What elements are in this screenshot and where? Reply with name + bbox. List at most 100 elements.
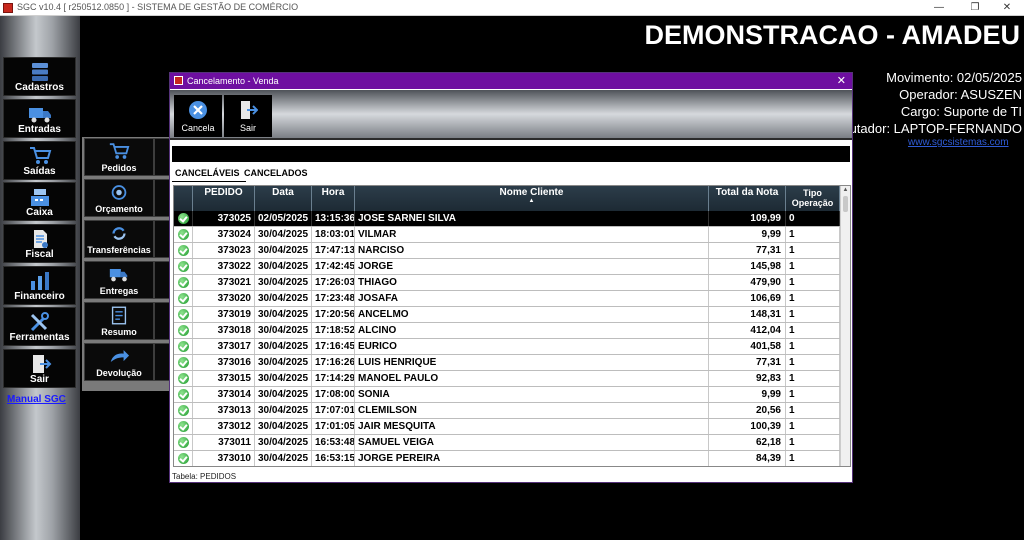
app-icon [3, 3, 13, 13]
cell-hora: 18:03:01 [312, 227, 355, 242]
cell-pedido: 373025 [193, 211, 255, 226]
sidebar-item-entradas[interactable]: Entradas [3, 99, 76, 138]
table-row[interactable]: 373013 30/04/2025 17:07:01 CLEMILSON 20,56 1 [174, 403, 840, 419]
dialog-info-bar [172, 146, 850, 162]
database-icon [31, 63, 48, 81]
header-hora[interactable]: Hora [312, 186, 355, 211]
check-status-icon [178, 261, 189, 272]
sidebar-item-saidas[interactable]: Saídas [3, 141, 76, 180]
sidebar-item-fiscal[interactable]: Fiscal [3, 224, 76, 263]
cell-total: 62,18 [709, 435, 786, 450]
table-row[interactable]: 373018 30/04/2025 17:18:52 ALCINO 412,04 1 [174, 323, 840, 339]
minimize-button[interactable]: — [922, 0, 956, 16]
cell-data: 30/04/2025 [255, 435, 312, 450]
cell-data: 30/04/2025 [255, 387, 312, 402]
scrollbar-thumb[interactable] [843, 196, 848, 212]
check-status-icon [178, 229, 189, 240]
cell-tipo: 1 [786, 275, 840, 290]
manual-link[interactable]: Manual SGC [7, 394, 66, 405]
cell-hora: 13:15:36 [312, 211, 355, 226]
cell-cliente: JORGE PEREIRA [355, 451, 709, 466]
submenu-item-resumo[interactable]: Resumo [84, 302, 172, 340]
table-row[interactable]: 373011 30/04/2025 16:53:48 SAMUEL VEIGA 62,1… [174, 435, 840, 451]
saidas-submenu: Pedidos Orçamento Transferências Entrega… [82, 119, 175, 391]
dialog-close-button[interactable]: ✕ [837, 74, 846, 87]
cell-hora: 16:53:48 [312, 435, 355, 450]
cell-total: 412,04 [709, 323, 786, 338]
maximize-button[interactable]: ❐ [958, 0, 992, 16]
sidebar-item-label: Caixa [26, 207, 53, 218]
sidebar-item-financeiro[interactable]: Financeiro [3, 266, 76, 305]
cell-hora: 17:18:52 [312, 323, 355, 338]
close-window-button[interactable]: ✕ [990, 0, 1024, 16]
header-pedido[interactable]: PEDIDO [193, 186, 255, 211]
cell-pedido: 373012 [193, 419, 255, 434]
table-row[interactable]: 373010 30/04/2025 16:53:15 JORGE PEREIRA 84,… [174, 451, 840, 466]
table-row[interactable]: 373017 30/04/2025 17:16:45 EURICO 401,58 1 [174, 339, 840, 355]
cell-tipo: 1 [786, 419, 840, 434]
cell-total: 401,58 [709, 339, 786, 354]
cart-icon [109, 143, 130, 159]
grid-vertical-scrollbar[interactable]: ▲ [840, 186, 850, 466]
table-row[interactable]: 373022 30/04/2025 17:42:45 JORGE 145,98 1 [174, 259, 840, 275]
submenu-item-pedidos[interactable]: Pedidos [84, 138, 172, 176]
tab-canceláveis[interactable]: CANCELÁVEIS [175, 168, 240, 178]
cell-hora: 16:53:15 [312, 451, 355, 466]
cart-icon [29, 147, 51, 164]
table-row[interactable]: 373024 30/04/2025 18:03:01 VILMAR 9,99 1 [174, 227, 840, 243]
cell-cliente: VILMAR [355, 227, 709, 242]
sort-indicator-icon: ▲ [528, 198, 535, 204]
cancela-button[interactable]: Cancela [174, 95, 222, 137]
header-nome-cliente[interactable]: Nome Cliente ▲ [355, 186, 709, 211]
submenu-item-orcamento[interactable]: Orçamento [84, 179, 172, 217]
submenu-item-transferencias[interactable]: Transferências [84, 220, 172, 258]
cell-total: 148,31 [709, 307, 786, 322]
cell-tipo: 1 [786, 307, 840, 322]
sidebar-item-sair[interactable]: Sair [3, 349, 76, 388]
table-row[interactable]: 373015 30/04/2025 17:14:29 MANOEL PAULO 92,8… [174, 371, 840, 387]
check-status-icon [178, 213, 189, 224]
cell-data: 30/04/2025 [255, 403, 312, 418]
header-tipo-operacao[interactable]: Tipo Operação [786, 186, 840, 211]
cell-hora: 17:20:56 [312, 307, 355, 322]
tab-cancelados[interactable]: CANCELADOS [244, 168, 308, 178]
cell-pedido: 373014 [193, 387, 255, 402]
cell-data: 30/04/2025 [255, 243, 312, 258]
cell-hora: 17:16:26 [312, 355, 355, 370]
table-row[interactable]: 373012 30/04/2025 17:01:05 JAIR MESQUITA 100… [174, 419, 840, 435]
sidebar-item-ferramentas[interactable]: Ferramentas [3, 307, 76, 346]
cell-hora: 17:01:05 [312, 419, 355, 434]
main-sidebar: Cadastros Entradas Saídas Caixa Fiscal F… [0, 16, 80, 540]
check-status-icon [178, 437, 189, 448]
cell-pedido: 373017 [193, 339, 255, 354]
table-row[interactable]: 373014 30/04/2025 17:08:00 SONIA 9,99 1 [174, 387, 840, 403]
submenu-item-devolucao[interactable]: Devolução [84, 343, 172, 381]
scroll-up-icon[interactable]: ▲ [842, 187, 849, 195]
table-row[interactable]: 373019 30/04/2025 17:20:56 ANCELMO 148,31 1 [174, 307, 840, 323]
cell-data: 30/04/2025 [255, 259, 312, 274]
submenu-item-entregas[interactable]: Entregas [84, 261, 172, 299]
dialog-title: Cancelamento - Venda [187, 76, 279, 86]
table-row[interactable]: 373021 30/04/2025 17:26:03 THIAGO 479,90 1 [174, 275, 840, 291]
cell-cliente: NARCISO [355, 243, 709, 258]
header-data[interactable]: Data [255, 186, 312, 211]
sidebar-item-cadastros[interactable]: Cadastros [3, 57, 76, 96]
sair-button[interactable]: Sair [224, 95, 272, 137]
sidebar-item-caixa[interactable]: Caixa [3, 182, 76, 221]
sidebar-item-label: Financeiro [14, 291, 65, 302]
table-row[interactable]: 373016 30/04/2025 17:16:26 LUIS HENRIQUE 77,… [174, 355, 840, 371]
cell-data: 30/04/2025 [255, 419, 312, 434]
cell-pedido: 373018 [193, 323, 255, 338]
cell-total: 84,39 [709, 451, 786, 466]
header-total-nota[interactable]: Total da Nota [709, 186, 786, 211]
cell-pedido: 373019 [193, 307, 255, 322]
table-row[interactable]: 373023 30/04/2025 17:47:13 NARCISO 77,31 1 [174, 243, 840, 259]
table-row[interactable]: 373020 30/04/2025 17:23:48 JOSAFA 106,69 1 [174, 291, 840, 307]
cell-cliente: SONIA [355, 387, 709, 402]
cell-hora: 17:07:01 [312, 403, 355, 418]
cell-hora: 17:47:13 [312, 243, 355, 258]
cell-total: 9,99 [709, 227, 786, 242]
website-link[interactable]: www.sgcsistemas.com [908, 137, 1009, 148]
table-row[interactable]: 373025 02/05/2025 13:15:36 JOSE SARNEI SILV… [174, 211, 840, 227]
operator-role: Cargo: Suporte de TI [900, 104, 1022, 119]
